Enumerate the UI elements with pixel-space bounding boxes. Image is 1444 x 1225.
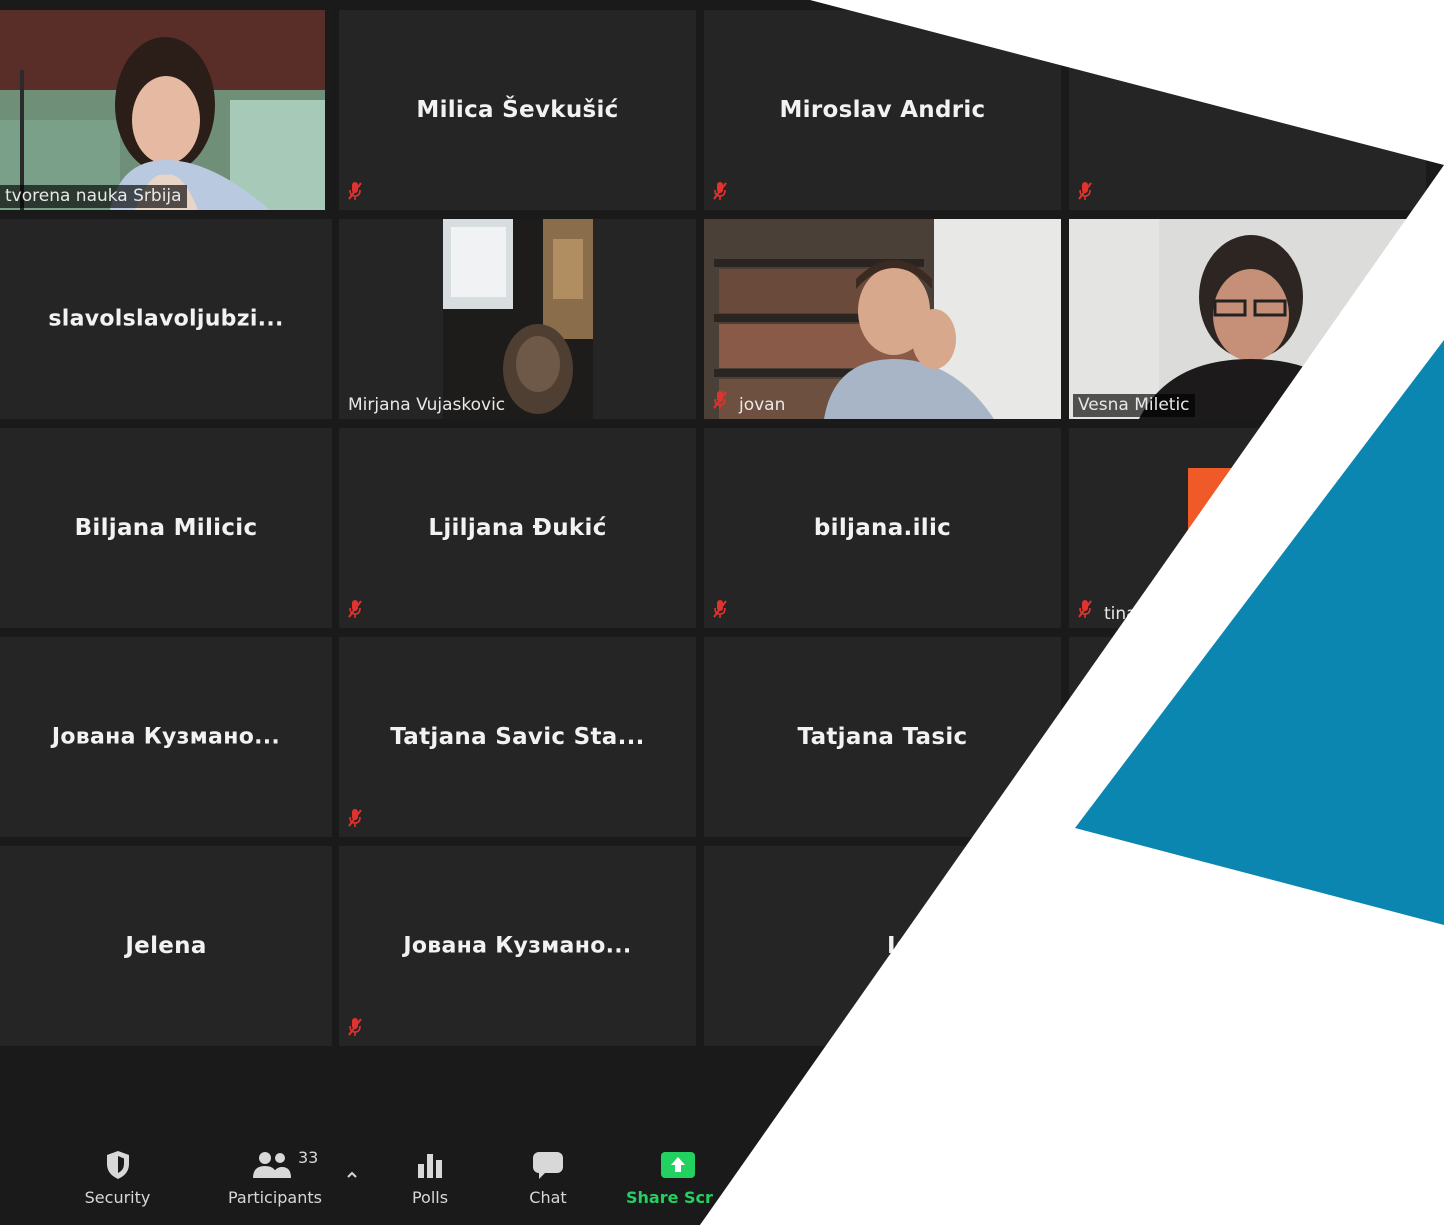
vesna-video-feed	[1069, 219, 1426, 419]
muted-mic-icon	[713, 600, 727, 618]
chat-icon	[533, 1152, 563, 1179]
video-tile-mirjana[interactable]: Mirjana Vujaskovic	[339, 219, 696, 419]
video-tile-vesna[interactable]: Vesna Miletic	[1069, 219, 1426, 419]
participant-tile[interactable]: Miroslav Andric	[704, 10, 1061, 210]
participant-name: Milica Ševkušić	[416, 97, 619, 123]
participant-gallery: tvorena nauka Srbija Milica Ševkušić Mir…	[0, 0, 1444, 1225]
muted-mic-icon	[1078, 600, 1092, 618]
tina-avatar	[1188, 468, 1308, 588]
participants-menu-caret[interactable]	[343, 1165, 361, 1184]
polls-label: Polls	[411, 1188, 449, 1207]
muted-mic-icon	[348, 600, 362, 618]
participant-tile[interactable]: Milica Ševkušić	[339, 10, 696, 210]
video-tile-jovan[interactable]: jovan	[704, 219, 1061, 419]
participant-name: Ljiljana Đukić	[428, 515, 607, 541]
participant-name: Tatjana Tasic	[797, 724, 968, 750]
participant-name: Јована Кузмано...	[403, 933, 632, 959]
video-tile-speaker[interactable]: tvorena nauka Srbija	[0, 10, 332, 210]
participant-name: Miroslav Andric	[779, 97, 986, 123]
participant-count: 33	[298, 1148, 319, 1167]
share-screen-button[interactable]: Share Scr	[626, 1150, 746, 1207]
jovan-video-feed	[704, 219, 1061, 419]
participant-caption: Mirjana Vujaskovic	[348, 395, 506, 415]
muted-mic-icon	[713, 391, 727, 409]
security-label: Security	[84, 1188, 151, 1207]
participant-name: Tatjana Savic Sta...	[390, 724, 645, 750]
participant-tile[interactable]: Ljiljana Đukić	[339, 428, 696, 628]
share-screen-label: Share Scr	[626, 1188, 713, 1207]
video-tile-tina[interactable]: tina pa	[1069, 428, 1426, 628]
participant-caption: jovan	[739, 395, 786, 415]
muted-mic-icon	[348, 182, 362, 200]
participant-tile[interactable]: Tatjana Savic Sta...	[339, 637, 696, 837]
participant-tile[interactable]: Јована Кузмано...	[0, 637, 332, 837]
muted-mic-icon	[713, 182, 727, 200]
participant-caption: tina pa	[1104, 604, 1164, 624]
participant-name: Jelena	[125, 933, 207, 959]
participant-tile[interactable]: Igor Djor	[704, 846, 1061, 1046]
participant-tile[interactable]: Irena	[1069, 10, 1426, 210]
participant-name: Јована Кузмано...	[51, 724, 281, 750]
chat-button[interactable]: Chat	[513, 1150, 583, 1207]
muted-mic-icon	[1078, 182, 1092, 200]
participant-name: Biljana Milicic	[74, 515, 258, 541]
chat-label: Chat	[529, 1188, 567, 1207]
participant-tile[interactable]: slavolslavoljubzi...	[0, 219, 332, 419]
polls-button[interactable]: Polls	[395, 1150, 465, 1207]
speaker-video-feed	[0, 10, 332, 210]
mirjana-video-feed	[443, 219, 593, 419]
zoom-meeting-screenshot: tvorena nauka Srbija Milica Ševkušić Mir…	[0, 0, 1444, 1225]
participant-caption: Vesna Miletic	[1073, 394, 1195, 417]
participant-name: Irena	[1260, 97, 1329, 123]
polls-icon	[418, 1154, 442, 1178]
participant-name: slavolslavoljubzi...	[48, 306, 284, 332]
security-button[interactable]: Security	[70, 1150, 165, 1207]
participant-name: biljana.ilic	[813, 515, 952, 541]
participant-tile[interactable]: Biljana Milicic	[0, 428, 332, 628]
participant-tile[interactable]: biljana.ilic	[704, 428, 1061, 628]
shield-icon	[106, 1151, 129, 1179]
speaker-caption: tvorena nauka Srbija	[0, 185, 187, 208]
muted-mic-icon	[348, 1018, 362, 1036]
participant-tile[interactable]: Jelena	[0, 846, 332, 1046]
participants-icon	[253, 1152, 291, 1178]
participant-tile[interactable]: Јована Кузмано...	[339, 846, 696, 1046]
chevron-up-icon	[347, 1171, 357, 1178]
participant-tile[interactable]: Tatjana Tasic	[704, 637, 1061, 837]
share-screen-icon	[661, 1152, 695, 1178]
participant-name: Igor Djor	[887, 933, 1004, 959]
participants-button[interactable]: 33 Participants	[220, 1148, 330, 1207]
muted-mic-icon	[348, 809, 362, 827]
participant-tile[interactable]	[1069, 637, 1426, 837]
participants-label: Participants	[228, 1188, 322, 1207]
